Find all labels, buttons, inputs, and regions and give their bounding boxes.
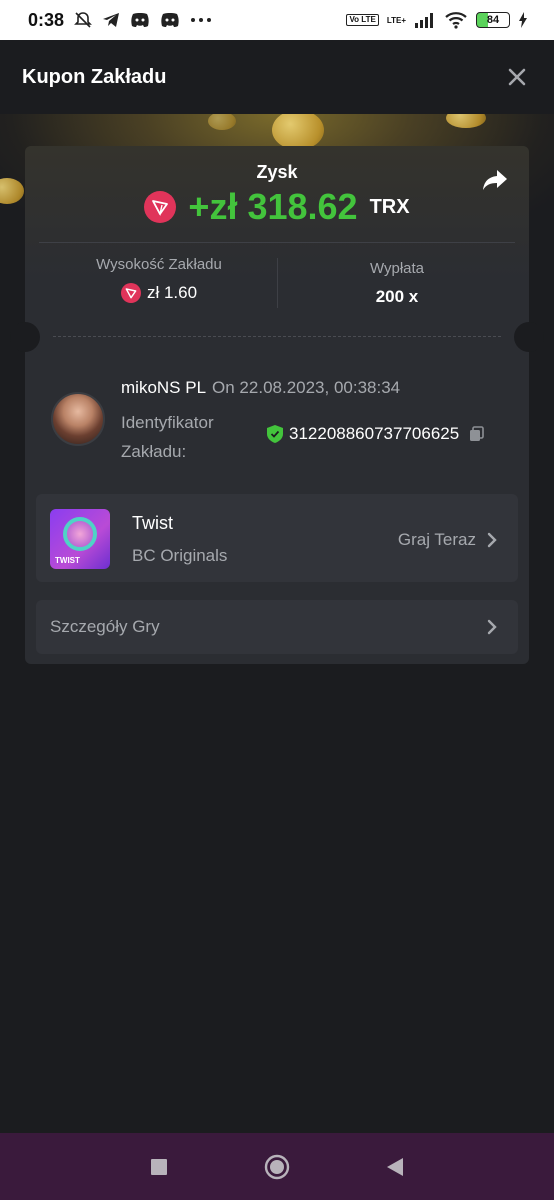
username[interactable]: mikoNS PL [121,378,206,398]
bet-id-row: 312208860737706625 [267,424,485,444]
lte-indicator: LTE+ [386,15,406,25]
bet-coupon-card: Zysk +zł 318.62 TRX Wysokość Zakładu zł … [10,146,544,664]
bet-amount-stat: Wysokość Zakładu zł 1.60 [39,256,279,303]
coin-decoration [446,114,486,128]
game-name: Twist [132,513,174,533]
avatar[interactable] [51,392,105,446]
coin-decoration [0,178,24,204]
share-button[interactable] [481,166,509,194]
wifi-icon [445,12,467,29]
battery-indicator: 84 [476,12,510,28]
tron-icon [120,283,141,303]
game-details-label: Szczegóły Gry [50,617,160,636]
ticket-notch [10,322,40,352]
close-button[interactable] [502,62,532,92]
share-icon [483,170,507,190]
payout-label: Wypłata [369,260,425,277]
twist-logo-icon [63,517,97,551]
chevron-right-icon [487,619,497,635]
dashed-separator [53,336,501,337]
home-icon[interactable] [264,1154,290,1180]
divider [39,242,515,243]
game-details-row[interactable]: Szczegóły Gry [36,600,518,654]
shield-check-icon [267,425,283,443]
bet-timestamp: On 22.08.2023, 00:38:34 [212,378,401,397]
user-line: mikoNS PL On 22.08.2023, 00:38:34 [121,378,400,398]
system-nav-bar [0,1133,554,1200]
game-thumbnail: TWIST [50,509,110,569]
coin-decoration [272,114,324,150]
tron-icon [144,191,177,223]
payout-stat: Wypłata 200 x [277,256,517,307]
bet-amount-value-row: zł 1.60 [39,283,279,303]
profit-label: Zysk [256,162,298,182]
header: Kupon Zakładu [0,40,554,114]
bet-amount-value: zł 1.60 [146,283,198,302]
ticket-notch [514,322,544,352]
chevron-right-icon [487,532,497,548]
page-title: Kupon Zakładu [22,65,167,88]
discord-icon [161,13,179,27]
play-now-button[interactable]: Graj Teraz [398,530,498,550]
close-icon [508,68,526,86]
telegram-icon [103,13,120,27]
coin-decoration [208,114,236,130]
play-now-label: Graj Teraz [397,530,476,549]
discord-icon [131,13,149,27]
volte-indicator: Vo LTE [346,14,379,26]
payout-value: 200 x [375,287,419,306]
profit-currency: TRX [369,195,410,218]
profit-value: +zł 318.62 [188,186,358,227]
game-provider: BC Originals [132,546,228,565]
bet-amount-label: Wysokość Zakładu [96,256,222,273]
game-card[interactable]: TWIST Twist BC Originals Graj Teraz [36,494,518,582]
signal-icon [415,13,433,28]
profit-row: +zł 318.62 TRX [25,186,529,228]
status-time: 0:38 [28,9,65,30]
back-icon[interactable] [386,1157,404,1177]
more-icon [191,18,212,22]
recents-icon[interactable] [150,1158,168,1176]
copy-icon[interactable] [469,426,485,442]
game-thumbnail-label: TWIST [55,556,80,565]
bell-off-icon [74,12,92,28]
charging-icon [519,12,527,28]
bet-id-label: Identyfikator Zakładu: [121,413,214,461]
bet-id: 312208860737706625 [289,424,460,443]
status-bar: 0:38 Vo LTE LTE+ 84 [0,0,554,40]
